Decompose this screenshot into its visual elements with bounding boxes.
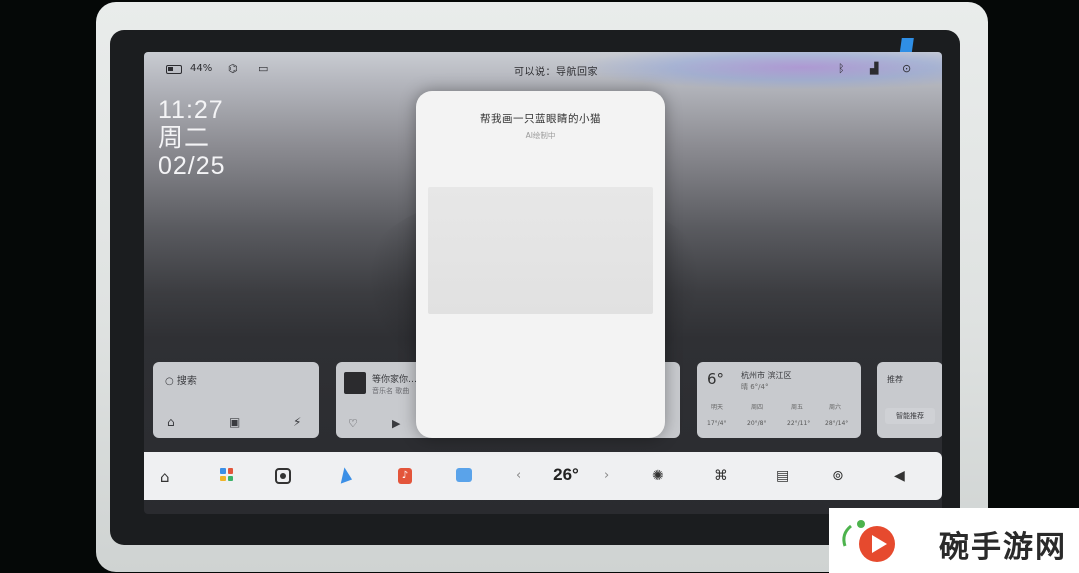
home-icon[interactable]: ⌂ [160,468,170,486]
cabin-temperature: 26° [553,465,579,484]
ai-status-text: AI绘制中 [525,131,556,140]
navigation-icon[interactable] [335,466,353,484]
search-icon: ○ [165,376,177,387]
camera-icon[interactable] [275,468,291,484]
search-card[interactable]: ○ 搜索 ⌂ ▣ ⚡ [153,362,319,438]
forecast-day: 周六 [829,404,842,411]
video-app-icon[interactable] [456,468,472,482]
battery-icon [166,65,182,74]
music-app-icon[interactable]: ♪ [398,468,412,484]
forecast-range: 17°/4° [707,420,727,427]
forecast-range: 20°/8° [747,420,767,427]
forecast-day: 明天 [711,404,724,411]
weather-card[interactable]: 6° 杭州市 滨江区 晴 6°/4° 明天 周四 周五 周六 17°/4° 20… [697,362,861,438]
temp-increase-icon[interactable]: › [604,468,609,483]
bluetooth-icon[interactable]: ᛒ [838,62,845,75]
search-label: 搜索 [176,376,197,387]
work-shortcut-icon[interactable]: ▣ [229,415,240,429]
recommend-title: 推荐 [887,375,903,384]
clock-date: 02/25 [158,152,226,180]
charging-shortcut-icon[interactable]: ⚡ [293,415,301,429]
location-pin-icon[interactable]: ⊙ [902,62,911,75]
steering-icon[interactable]: ⌬ [228,62,238,75]
recommend-button[interactable]: 智能推荐 [885,408,935,424]
forecast-range: 22°/11° [787,420,811,427]
music-title: 等你家你… [372,375,418,385]
weather-city: 杭州市 滨江区 [741,371,792,380]
seat-heater-icon[interactable]: ⊚ [832,468,844,484]
play-icon[interactable]: ▶ [392,417,400,430]
voice-hint: 可以说：导航回家 [514,67,598,78]
forecast-day: 周四 [751,404,764,411]
heart-icon[interactable]: ♡ [348,417,358,430]
search-input[interactable]: ○ 搜索 [165,372,197,387]
watermark: 碗手游网 [829,508,1079,573]
front-defrost-icon[interactable]: ⌘ [714,468,728,484]
battery-percent: 44% [190,63,213,74]
ai-drawing-dialog[interactable]: 帮我画一只蓝眼睛的小猫 AI绘制中 [416,91,665,438]
bottom-dock: ⌂ ♪ ‹ 26° › ✺ ⌘ ▤ ⊚ ◀ [144,452,942,500]
clock-time: 11:27 [158,96,224,124]
volume-icon[interactable]: ◀ [894,468,905,484]
ai-prompt-text: 帮我画一只蓝眼睛的小猫 [480,113,601,125]
album-art [344,372,366,394]
watermark-text: 碗手游网 [939,530,1067,565]
clock-widget: 11:27 周二 02/25 [158,96,226,180]
recommend-card[interactable]: 推荐 智能推荐 [877,362,942,438]
weather-temp: 6° [707,370,725,388]
signal-icon: ▟ [870,62,879,75]
forecast-day: 周五 [791,404,804,411]
apps-grid-icon[interactable] [220,468,233,481]
clock-weekday: 周二 [158,124,211,152]
dashcam-icon[interactable]: ▭ [258,62,268,75]
home-shortcut-icon[interactable]: ⌂ [167,415,175,429]
temp-decrease-icon[interactable]: ‹ [516,468,521,483]
rear-defrost-icon[interactable]: ▤ [776,468,789,484]
fan-icon[interactable]: ✺ [652,468,664,484]
watermark-logo-icon [842,520,895,562]
ai-image-placeholder [428,187,653,314]
forecast-range: 28°/14° [825,420,849,427]
status-bar: 44% ⌬ ▭ 可以说：导航回家 ᛒ ▟ ⊙ [144,60,942,80]
music-subtitle: 音乐名 歌曲 [372,387,410,395]
weather-condition: 晴 6°/4° [741,383,769,391]
